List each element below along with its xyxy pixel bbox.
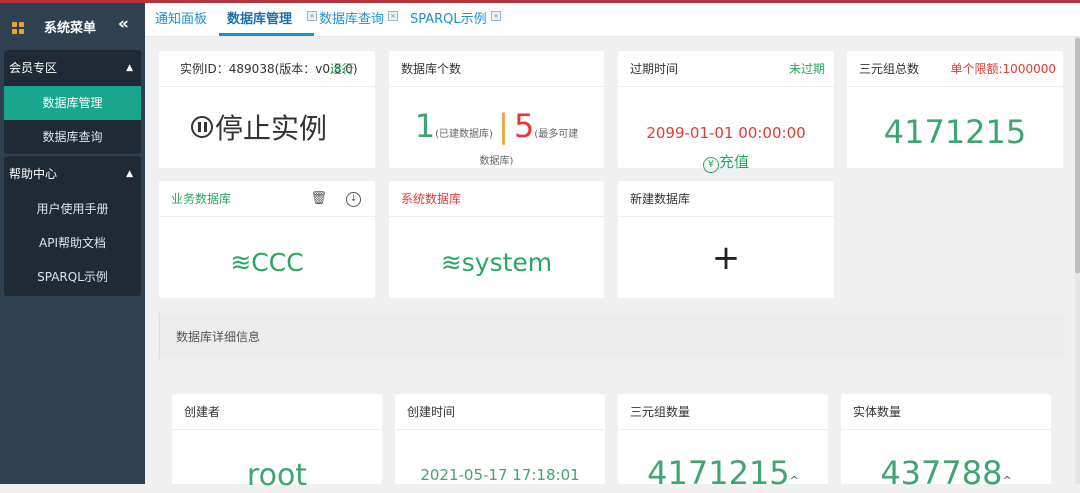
scrollbar-thumb[interactable]: [1075, 38, 1080, 273]
expiry-date: 2099-01-01 00:00:00: [646, 124, 806, 142]
card-header: 实例ID：489038(版本：v0.8.0) 运行: [159, 51, 375, 87]
card-header: 实体数量: [841, 394, 1051, 430]
entities-count-value: 437788^: [841, 454, 1051, 492]
sidebar-item-db-query[interactable]: 数据库查询: [4, 120, 141, 154]
business-db-card: 业务数据库 🗑 ↓ ≋CCC: [159, 181, 375, 298]
caret-up-icon: ▲: [126, 63, 133, 73]
tab-db-manage[interactable]: 数据库管理: [227, 3, 292, 36]
triples-limit: 单个限额:1000000: [950, 62, 1057, 76]
card-header: 三元组数量: [618, 394, 828, 430]
plus-icon[interactable]: +: [618, 238, 834, 278]
sidebar-section-label: 会员专区: [9, 61, 58, 75]
system-db-card: 系统数据库 ≋system: [389, 181, 604, 298]
tab-db-query[interactable]: 数据库查询: [319, 3, 384, 36]
max-db-label-cont: 数据库): [479, 156, 514, 167]
download-circle-icon[interactable]: ↓: [346, 192, 361, 207]
creator-value: root: [246, 458, 308, 493]
card-header: 系统数据库: [389, 181, 604, 217]
close-tab-icon[interactable]: ×: [388, 11, 398, 21]
sidebar-section-label: 帮助中心: [9, 167, 58, 181]
recharge-link[interactable]: ¥ 充值: [618, 151, 834, 173]
trash-icon[interactable]: 🗑: [310, 181, 327, 217]
card-header: 创建时间: [395, 394, 605, 430]
sidebar-item-user-manual[interactable]: 用户使用手册: [4, 192, 141, 226]
instance-status: 运行: [329, 62, 354, 76]
max-db-count: 5: [513, 107, 535, 145]
system-db-name: system: [461, 248, 553, 277]
sidebar-header: 系统菜单 «: [0, 3, 145, 47]
business-db-name-button[interactable]: ≋CCC: [159, 248, 375, 277]
expiry-card: 过期时间 未过期 2099-01-01 00:00:00 ¥ 充值: [618, 51, 834, 173]
db-count-stats: 1(已建数据库) | 5(最多可建: [389, 107, 604, 145]
db-count-card: 数据库个数 1(已建数据库) | 5(最多可建 数据库): [389, 51, 604, 168]
card-header: 业务数据库 🗑 ↓: [159, 181, 375, 217]
triples-value: 4171215: [883, 113, 1027, 151]
sidebar-section-help: 帮助中心 ▲ 用户使用手册 API帮助文档 SPARQL示例: [4, 156, 141, 296]
tab-notice[interactable]: 通知面板: [155, 3, 207, 36]
details-header: 数据库详细信息: [159, 313, 1064, 359]
triples-title: 三元组总数: [859, 62, 920, 76]
close-tab-icon[interactable]: ×: [307, 11, 317, 21]
detail-card-created-time: 创建时间 2021-05-17 17:18:01: [395, 394, 605, 484]
new-db-card[interactable]: 新建数据库 +: [618, 181, 834, 298]
details-title: 数据库详细信息: [176, 330, 261, 344]
created-time-value: 2021-05-17 17:18:01: [420, 466, 580, 484]
system-db-name-button[interactable]: ≋system: [389, 248, 604, 277]
grid-menu-icon: [12, 22, 24, 34]
expiry-title: 过期时间: [630, 62, 679, 76]
database-stack-icon: ≋: [230, 248, 252, 277]
tab-bar: 通知面板 数据库管理 × 数据库查询 × SPARQL示例 ×: [145, 3, 1080, 37]
business-db-name: CCC: [251, 248, 304, 277]
card-header: 新建数据库: [618, 181, 834, 217]
entities-count-number: 437788: [880, 454, 1003, 492]
caret-up-icon: ▲: [126, 169, 133, 179]
sidebar-item-db-manage[interactable]: 数据库管理: [4, 86, 141, 120]
business-db-title: 业务数据库: [171, 192, 232, 206]
max-db-label: (最多可建: [534, 129, 579, 140]
stop-instance-button[interactable]: 停止实例: [191, 107, 327, 147]
pause-icon: [191, 116, 213, 138]
triples-count-number: 4171215: [647, 454, 790, 492]
card-header: 创建者: [172, 394, 382, 430]
sidebar-section-header[interactable]: 会员专区 ▲: [4, 50, 141, 86]
tab-sparql[interactable]: SPARQL示例: [410, 3, 487, 36]
caret-up-small-icon: ^: [1002, 474, 1012, 487]
stop-instance-label: 停止实例: [215, 112, 328, 145]
card-header: 三元组总数 单个限额:1000000: [847, 51, 1063, 87]
caret-up-small-icon: ^: [789, 474, 799, 487]
active-tab-indicator: [219, 33, 314, 36]
database-stack-icon: ≋: [440, 248, 462, 277]
recharge-label: 充值: [718, 153, 749, 171]
detail-card-creator: 创建者 root: [172, 394, 382, 493]
close-tab-icon[interactable]: ×: [491, 11, 501, 21]
sidebar: 系统菜单 « 会员专区 ▲ 数据库管理 数据库查询 帮助中心 ▲ 用户使用手册 …: [0, 3, 145, 484]
detail-card-triples: 三元组数量 4171215^: [618, 394, 828, 492]
collapse-sidebar-icon[interactable]: «: [118, 14, 129, 34]
created-db-count: 1: [414, 107, 436, 145]
sidebar-section-member: 会员专区 ▲ 数据库管理 数据库查询: [4, 50, 141, 154]
created-db-label: (已建数据库): [435, 129, 493, 140]
triples-card: 三元组总数 单个限额:1000000 4171215: [847, 51, 1063, 168]
card-header: 数据库个数: [389, 51, 604, 87]
instance-card: 实例ID：489038(版本：v0.8.0) 运行 停止实例: [159, 51, 375, 168]
detail-card-entities: 实体数量 437788^: [841, 394, 1051, 492]
sidebar-item-sparql[interactable]: SPARQL示例: [4, 260, 141, 294]
yen-circle-icon: ¥: [702, 157, 719, 173]
sidebar-title: 系统菜单: [44, 21, 97, 36]
count-separator: |: [498, 107, 509, 145]
triples-count-value: 4171215^: [618, 454, 828, 492]
sidebar-item-api-docs[interactable]: API帮助文档: [4, 226, 141, 260]
card-header: 过期时间 未过期: [618, 51, 834, 87]
sidebar-section-header[interactable]: 帮助中心 ▲: [4, 156, 141, 192]
expiry-status: 未过期: [788, 62, 825, 76]
